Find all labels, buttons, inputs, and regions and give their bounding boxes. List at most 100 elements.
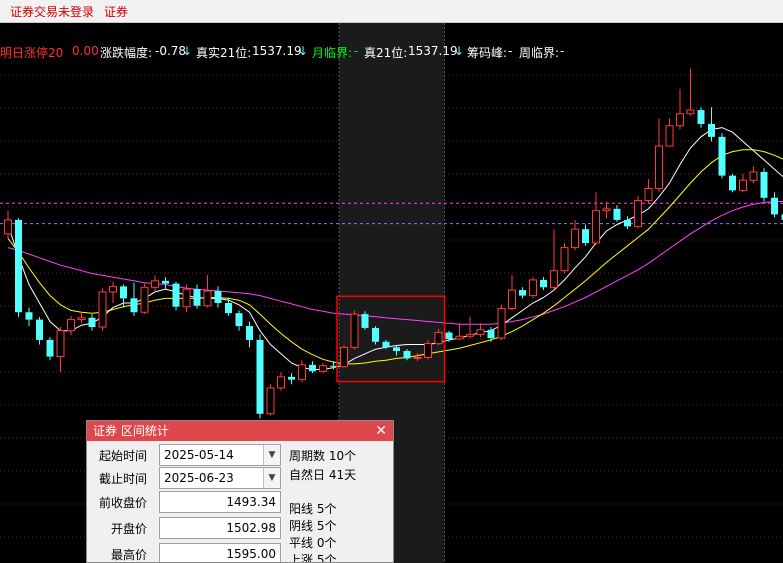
period-count: 周期数 10个 xyxy=(289,449,357,463)
change-label: 涨跌幅度: xyxy=(100,46,153,60)
dialog-title-bar[interactable]: 证券 区间统计 ✕ xyxy=(87,421,393,441)
high-price-label: 最高价 xyxy=(110,548,147,562)
yin-count: 阴线 5个 xyxy=(289,519,337,533)
chevron-down-icon[interactable]: ▼ xyxy=(263,468,280,488)
open-price-label: 开盘价 xyxy=(110,522,147,536)
start-time-value: 2025-05-14 xyxy=(164,448,234,462)
candle-body-down xyxy=(487,329,495,339)
end-time-value: 2025-06-23 xyxy=(164,471,234,485)
candle-body-up xyxy=(508,289,516,310)
start-time-combobox[interactable]: 2025-05-14 ▼ xyxy=(159,444,281,466)
candle-body-up xyxy=(602,208,611,212)
candle-body-up xyxy=(592,210,600,244)
true21-value: 1537.19 xyxy=(252,44,302,58)
candle-body-up xyxy=(529,279,537,297)
candle-body-up xyxy=(560,247,569,272)
range-stats-dialog[interactable]: 证券 区间统计 ✕ 起始时间 2025-05-14 ▼ 周期数 10个 截止时间… xyxy=(86,420,394,563)
candle-body-up xyxy=(109,285,117,293)
candle-body-down xyxy=(309,364,316,372)
candle-body-down xyxy=(445,332,453,339)
candle-body-down xyxy=(162,280,169,284)
candle-body-up xyxy=(466,333,474,337)
prev-close-label: 前收盘价 xyxy=(98,496,147,510)
candle-body-up xyxy=(749,171,758,181)
candle-body-up xyxy=(4,219,12,235)
flat-count: 平线 0个 xyxy=(289,536,337,550)
candle-body-down xyxy=(624,219,631,227)
candle-body-up xyxy=(686,109,695,115)
candle-body-up xyxy=(67,319,75,332)
candle-body-down xyxy=(256,339,264,414)
top-bar: 证券交易未登录 证券 xyxy=(0,0,783,23)
limit-up-label: 明日涨停20 xyxy=(0,46,64,60)
true21-label: 真实21位: xyxy=(196,46,252,60)
candle-body-down xyxy=(330,365,337,367)
candle-body-up xyxy=(424,343,432,358)
close-icon[interactable]: ✕ xyxy=(375,421,387,441)
open-price-value: 1502.98 xyxy=(159,517,281,539)
candle-body-down xyxy=(235,313,243,327)
true21b-label: 真21位: xyxy=(364,46,408,60)
high-price-value: 1595.00 xyxy=(159,543,281,562)
candle-body-up xyxy=(319,365,327,372)
candle-body-up xyxy=(739,179,747,191)
candle-body-up xyxy=(634,200,642,227)
limit-up-value: 0.00 xyxy=(72,44,99,58)
down-arrow-icon: ↓ xyxy=(298,44,309,58)
chip-peak-value: - xyxy=(508,44,513,58)
candle-body-down xyxy=(729,175,736,191)
candle-body-up xyxy=(277,376,285,389)
candle-body-down xyxy=(246,326,253,340)
candle-body-down xyxy=(708,123,715,137)
candle-body-down xyxy=(288,376,295,380)
trade-status-label[interactable]: 证券交易未登录 xyxy=(10,3,94,20)
candle-body-up xyxy=(182,288,191,308)
candle-body-down xyxy=(361,314,369,328)
chip-peak-label: 筹码峰: xyxy=(467,46,508,60)
security-link[interactable]: 证券 xyxy=(104,3,128,20)
candle-body-down xyxy=(120,286,127,299)
candle-body-up xyxy=(413,356,422,359)
candle-body-down xyxy=(540,279,547,288)
month-critical-label: 月临界: xyxy=(312,46,353,60)
candle-body-up xyxy=(340,346,348,368)
candle-body-up xyxy=(655,145,663,190)
candle-body-down xyxy=(582,229,589,243)
candle-body-down xyxy=(15,219,22,313)
candle-body-down xyxy=(172,283,180,307)
end-time-combobox[interactable]: 2025-06-23 ▼ xyxy=(159,467,281,489)
candle-body-down xyxy=(130,298,138,313)
candle-body-up xyxy=(77,317,86,321)
chevron-down-icon[interactable]: ▼ xyxy=(263,445,280,465)
candle-body-down xyxy=(613,208,621,220)
down-arrow-icon: ↓ xyxy=(182,44,193,58)
candle-body-down xyxy=(382,341,390,348)
candle-body-up xyxy=(203,290,212,307)
candle-body-up xyxy=(151,280,159,288)
candle-body-up xyxy=(266,387,275,415)
candle-body-down xyxy=(393,347,400,351)
candle-body-down xyxy=(771,197,778,215)
end-time-label: 截止时间 xyxy=(98,472,147,486)
candle-body-down xyxy=(403,351,411,359)
indicator-info-bar: 明日涨停20 0.00 涨跌幅度: -0.78 ↓ 真实21位: 1537.19… xyxy=(0,44,783,62)
candle-body-up xyxy=(140,286,149,313)
week-critical-label: 周临界: xyxy=(519,46,560,60)
candle-body-down xyxy=(760,171,768,198)
candle-body-up xyxy=(434,332,443,345)
candle-body-up xyxy=(476,329,485,335)
prev-close-value: 1493.34 xyxy=(159,491,281,513)
candle-body-up xyxy=(98,291,107,328)
yang-count: 阳线 5个 xyxy=(289,502,337,516)
candle-body-down xyxy=(214,291,222,303)
candle-body-up xyxy=(56,330,65,358)
candle-body-up xyxy=(550,270,558,288)
candle-body-up xyxy=(298,364,306,381)
candle-body-up xyxy=(571,228,579,249)
candle-body-up xyxy=(497,308,506,339)
candle-body-down xyxy=(88,317,96,327)
week-critical-value: - xyxy=(560,44,565,58)
natural-days: 自然日 41天 xyxy=(289,468,357,482)
candle-body-up xyxy=(350,313,359,348)
month-critical-value: - xyxy=(354,44,359,58)
